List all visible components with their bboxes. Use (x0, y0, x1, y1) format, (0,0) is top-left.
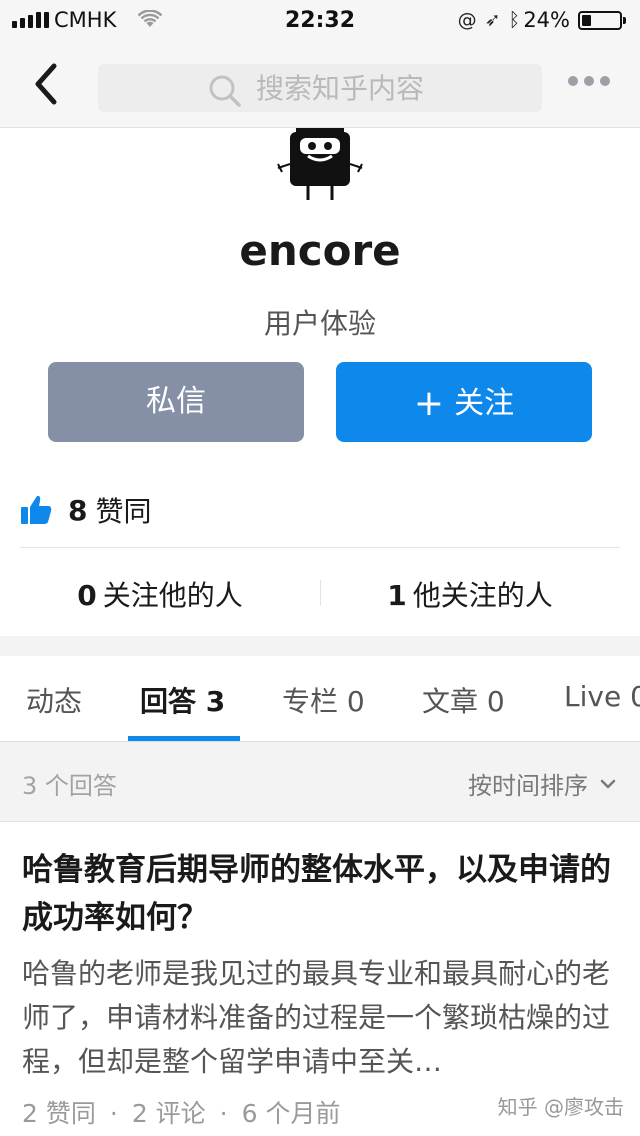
followers-link[interactable]: 0 关注他的人 (0, 574, 320, 614)
answer-meta: 2 赞同 · 2 评论 · 6 个月前 (22, 1099, 341, 1128)
profile-header: encore 用户体验 私信 + 关注 8 赞同 0 关注他的人 1 他关注的人 (0, 128, 640, 636)
username: encore (239, 226, 401, 275)
agree-summary: 8 赞同 (20, 490, 152, 530)
tab-articles[interactable]: 文章 0 (422, 680, 505, 720)
followers-label: 关注他的人 (102, 579, 243, 612)
agree-count: 8 (68, 493, 88, 527)
thumbs-up-icon (21, 495, 52, 524)
agree-label: 赞同 (95, 495, 152, 528)
search-icon (209, 75, 241, 107)
followers-count: 0 (77, 579, 97, 612)
avatar[interactable] (274, 128, 366, 204)
search-box[interactable] (98, 64, 542, 112)
tab-columns[interactable]: 专栏 0 (282, 680, 365, 720)
navigation-bar (0, 40, 640, 128)
status-bar: CMHK 22:32 @➶ᛒ 24% (0, 0, 640, 40)
sort-dropdown[interactable]: 按时间排序 (468, 766, 616, 801)
message-button[interactable]: 私信 (48, 362, 304, 442)
plus-icon: + (413, 383, 445, 424)
follow-button-label: 关注 (454, 386, 515, 421)
active-tab-indicator (128, 736, 240, 741)
answer-time: 6 个月前 (241, 1099, 341, 1128)
more-icon[interactable] (568, 76, 610, 86)
chevron-down-icon (600, 779, 616, 788)
answer-card[interactable]: 哈鲁教育后期导师的整体水平，以及申请的成功率如何？ 哈鲁的老师是我见过的最具专业… (0, 822, 640, 1136)
following-label: 他关注的人 (412, 579, 553, 612)
location-icon: ➶ (484, 9, 509, 31)
search-input[interactable] (256, 68, 526, 108)
back-icon[interactable] (24, 58, 68, 110)
following-count: 1 (387, 579, 407, 612)
battery-fill (582, 15, 591, 26)
question-title[interactable]: 哈鲁教育后期导师的整体水平，以及申请的成功率如何？ (22, 846, 618, 942)
battery-icon (578, 11, 626, 30)
profile-tabs: 动态 回答 3 专栏 0 文章 0 Live 0 (0, 656, 640, 742)
following-link[interactable]: 1 他关注的人 (310, 574, 630, 614)
answers-list-header: 3 个回答 按时间排序 (0, 742, 640, 822)
agree-count: 2 赞同 (22, 1099, 96, 1128)
at-icon: @ (457, 9, 485, 31)
answer-excerpt[interactable]: 哈鲁的老师是我见过的最具专业和最具耐心的老师了，申请材料准备的过程是一个繁琐枯燥… (22, 952, 618, 1084)
message-button-label: 私信 (146, 384, 206, 419)
tab-live[interactable]: Live 0 (564, 680, 640, 713)
section-gap (0, 636, 640, 656)
tab-activity[interactable]: 动态 (26, 680, 82, 720)
divider (20, 547, 620, 548)
sort-label: 按时间排序 (468, 772, 588, 800)
follow-button[interactable]: + 关注 (336, 362, 592, 442)
tab-answers[interactable]: 回答 3 (140, 680, 225, 720)
battery-percent: 24% (523, 8, 570, 32)
watermark: 知乎 @廖攻击 (497, 1095, 624, 1119)
answer-count: 3 个回答 (22, 772, 117, 800)
comment-count: 2 评论 (131, 1099, 206, 1128)
user-headline: 用户体验 (263, 307, 376, 340)
